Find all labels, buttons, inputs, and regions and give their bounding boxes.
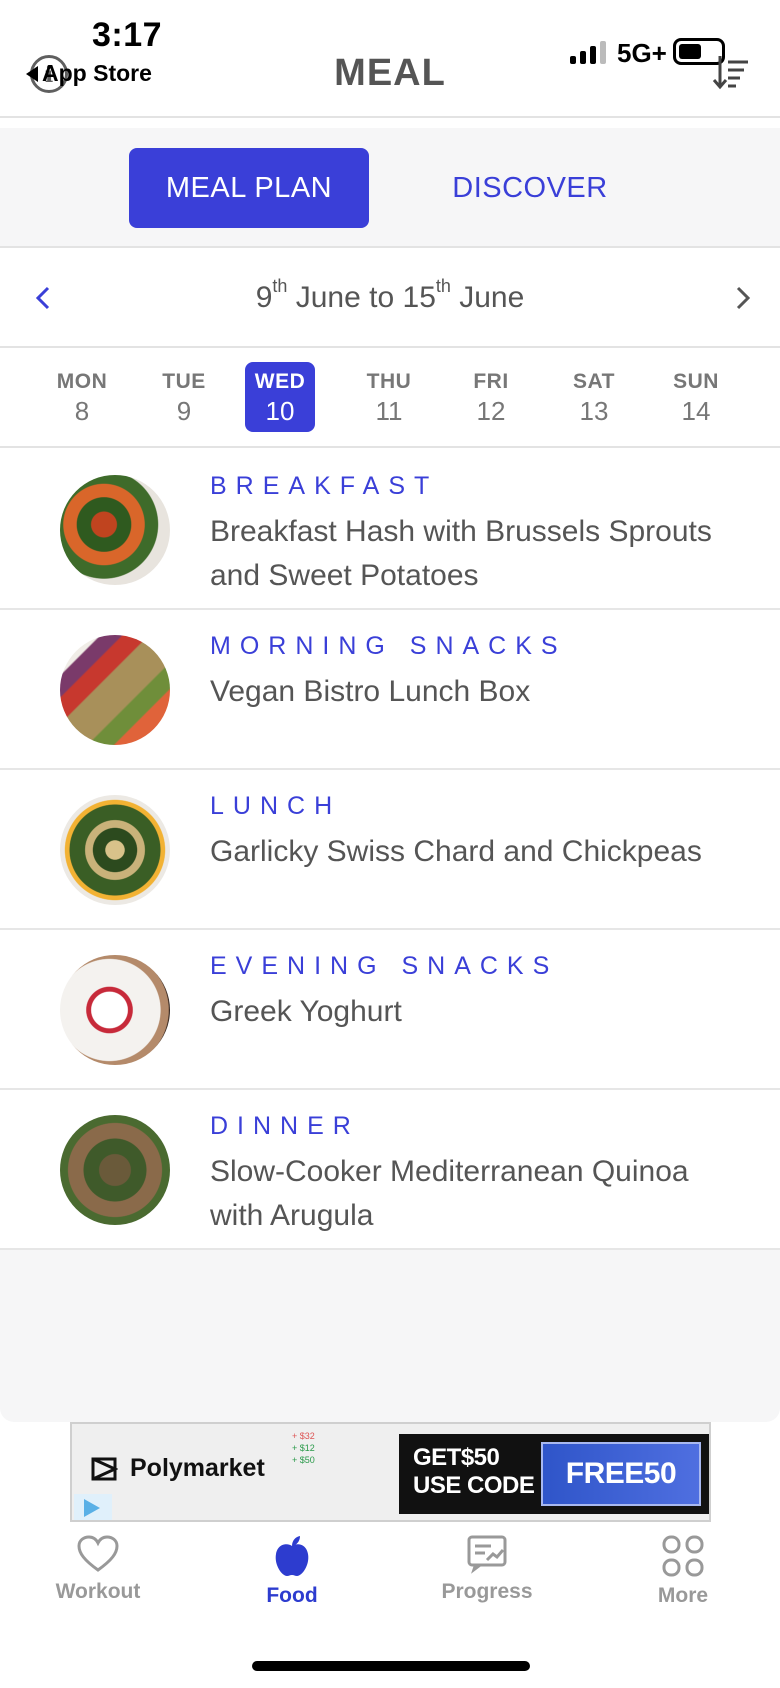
page-title: MEAL <box>334 52 446 94</box>
ad-choices-icon[interactable] <box>74 1494 112 1520</box>
meal-name: Greek Yoghurt <box>210 995 402 1028</box>
week-end-day: 15 <box>402 281 436 314</box>
day-date: 13 <box>579 396 609 426</box>
day-picker: MON 8 TUE 9 WED 10 THU 11 FRI 12 SAT 13 SUN 14 <box>0 350 780 448</box>
week-end-month: June <box>459 281 525 314</box>
day-sat[interactable]: SAT 13 <box>559 362 629 432</box>
meal-type: EVENING SNACKS <box>210 952 559 980</box>
day-date: 9 <box>176 396 192 426</box>
dinner-photo <box>60 1115 170 1225</box>
ad-brand-name: Polymarket <box>130 1454 265 1482</box>
empty-area <box>0 1250 780 1422</box>
segment-control: MEAL PLAN DISCOVER <box>0 128 780 248</box>
day-name: TUE <box>162 370 206 393</box>
day-date: 11 <box>375 396 403 426</box>
tab-label: More <box>657 1584 709 1607</box>
ad-amounts: + $32 + $12 + $50 <box>292 1430 315 1466</box>
meal-name: Slow-Cooker Mediterranean Quinoa with Ar… <box>210 1155 689 1232</box>
day-name: SUN <box>673 370 719 393</box>
day-name: FRI <box>473 370 509 393</box>
meal-type: LUNCH <box>210 792 342 820</box>
day-date: 10 <box>265 396 295 426</box>
week-connector: to <box>369 281 395 314</box>
sort-icon[interactable] <box>712 52 752 92</box>
ad-promo-text: GET$50 USE CODE <box>413 1444 535 1500</box>
meal-row-dinner[interactable]: DINNER Slow-Cooker Mediterranean Quinoa … <box>0 1090 780 1250</box>
meal-type: DINNER <box>210 1112 360 1140</box>
ad-line2: USE CODE <box>413 1472 535 1499</box>
week-range-label: 9th June to 15th June <box>0 276 780 315</box>
day-wed[interactable]: WED 10 <box>245 362 315 432</box>
week-start-month: June <box>295 281 361 314</box>
week-start-day: 9 <box>255 281 273 314</box>
tab-workout[interactable]: Workout <box>18 1530 178 1604</box>
meal-name: Breakfast Hash with Brussels Sprouts and… <box>210 515 712 592</box>
tab-discover[interactable]: DISCOVER <box>410 148 650 228</box>
day-mon[interactable]: MON 8 <box>47 362 117 432</box>
day-name: SAT <box>573 370 615 393</box>
week-start-suffix: th <box>272 276 288 296</box>
day-date: 12 <box>476 396 506 426</box>
ad-promo-code: FREE50 <box>541 1442 701 1506</box>
week-selector: 9th June to 15th June <box>0 250 780 348</box>
ad-banner[interactable]: Polymarket + $32 + $12 + $50 GET$50 USE … <box>70 1422 711 1522</box>
meal-name: Vegan Bistro Lunch Box <box>210 675 531 708</box>
ad-promo: GET$50 USE CODE FREE50 <box>399 1434 709 1514</box>
meal-list: BREAKFAST Breakfast Hash with Brussels S… <box>0 450 780 1250</box>
apple-icon <box>275 1536 309 1576</box>
ad-line1: GET$50 <box>413 1444 500 1471</box>
ad-amount: + $32 <box>292 1431 315 1441</box>
meal-row-breakfast[interactable]: BREAKFAST Breakfast Hash with Brussels S… <box>0 450 780 610</box>
breakfast-photo <box>60 475 170 585</box>
tab-label: Food <box>266 1584 318 1607</box>
tab-progress[interactable]: Progress <box>407 1530 567 1604</box>
nav-divider <box>0 116 780 118</box>
meal-type: BREAKFAST <box>210 472 439 500</box>
polymarket-logo-icon <box>91 1457 118 1480</box>
day-thu[interactable]: THU 11 <box>354 362 424 432</box>
day-tue[interactable]: TUE 9 <box>149 362 219 432</box>
lunch-photo <box>60 795 170 905</box>
week-end-suffix: th <box>435 276 451 296</box>
day-date: 8 <box>74 396 90 426</box>
next-week-chevron-icon[interactable] <box>722 278 762 318</box>
grid-icon <box>662 1535 704 1577</box>
heart-icon <box>77 1535 119 1572</box>
day-fri[interactable]: FRI 12 <box>456 362 526 432</box>
morning-snack-photo <box>60 635 170 745</box>
meal-row-evening-snacks[interactable]: EVENING SNACKS Greek Yoghurt <box>0 930 780 1090</box>
tab-label: Progress <box>441 1580 533 1603</box>
day-sun[interactable]: SUN 14 <box>661 362 731 432</box>
day-date: 14 <box>681 396 711 426</box>
day-name: THU <box>366 370 412 393</box>
progress-icon <box>467 1535 507 1574</box>
tab-bar: Workout Food Progress More <box>0 1530 780 1630</box>
home-indicator <box>252 1661 530 1671</box>
day-name: WED <box>254 370 306 393</box>
tab-label: Workout <box>55 1580 141 1603</box>
meal-row-morning-snacks[interactable]: MORNING SNACKS Vegan Bistro Lunch Box <box>0 610 780 770</box>
status-time: 3:17 <box>92 16 163 54</box>
ad-amount: + $12 <box>292 1443 315 1453</box>
meal-name: Garlicky Swiss Chard and Chickpeas <box>210 835 702 868</box>
meal-row-lunch[interactable]: LUNCH Garlicky Swiss Chard and Chickpeas <box>0 770 780 930</box>
ad-amount: + $50 <box>292 1455 315 1465</box>
ad-brand: Polymarket <box>90 1454 265 1483</box>
tab-food[interactable]: Food <box>212 1530 372 1608</box>
day-name: MON <box>56 370 108 393</box>
tab-more[interactable]: More <box>603 1530 763 1608</box>
meal-type: MORNING SNACKS <box>210 632 567 660</box>
evening-snack-photo <box>60 955 170 1065</box>
tab-meal-plan[interactable]: MEAL PLAN <box>129 148 369 228</box>
